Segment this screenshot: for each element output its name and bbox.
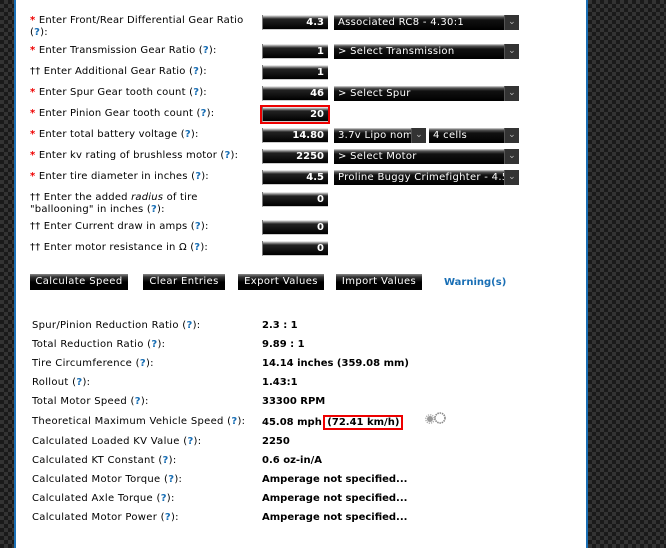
chevron-down-icon: ⌄ bbox=[504, 86, 519, 101]
label-diff-ratio: * Enter Front/Rear Differential Gear Rat… bbox=[30, 15, 244, 38]
help-icon[interactable]: ? bbox=[168, 474, 174, 485]
chevron-down-icon: ⌄ bbox=[504, 44, 519, 59]
help-icon[interactable]: ? bbox=[225, 150, 231, 161]
import-values-button[interactable]: Import Values bbox=[336, 274, 422, 290]
cell-count-select[interactable]: 4 cells ⌄ bbox=[429, 128, 519, 143]
result-label: Rollout (?): bbox=[32, 377, 91, 388]
help-icon[interactable]: ? bbox=[140, 358, 146, 369]
label-transmission-ratio: * Enter Transmission Gear Ratio (?): bbox=[30, 45, 217, 56]
help-icon[interactable]: ? bbox=[76, 377, 82, 388]
transmission-ratio-input[interactable]: 1 bbox=[262, 44, 328, 59]
result-rollout: 1.43:1 bbox=[262, 377, 298, 388]
label-battery-voltage: * Enter total battery voltage (?): bbox=[30, 129, 199, 140]
label-current-draw: †† Enter Current draw in amps (?): bbox=[30, 221, 209, 232]
result-motor-speed: 33300 RPM bbox=[262, 396, 326, 407]
additional-ratio-input[interactable]: 1 bbox=[262, 65, 328, 80]
chevron-down-icon: ⌄ bbox=[504, 15, 519, 30]
result-kt-constant: 0.6 oz-in/A bbox=[262, 455, 322, 466]
tire-select[interactable]: Proline Buggy Crimefighter - 4.5" ⌄ bbox=[334, 170, 519, 185]
result-label: Calculated Motor Power (?): bbox=[32, 512, 179, 523]
help-icon[interactable]: ? bbox=[187, 436, 193, 447]
result-label: Total Motor Speed (?): bbox=[32, 396, 149, 407]
result-max-speed: 45.08 mph (72.41 km/h) bbox=[262, 415, 404, 430]
result-max-speed-kmh: (72.41 km/h) bbox=[323, 415, 404, 430]
help-icon[interactable]: ? bbox=[185, 129, 191, 140]
gear-icon[interactable] bbox=[424, 410, 450, 426]
result-label: Theoretical Maximum Vehicle Speed (?): bbox=[32, 416, 246, 427]
help-icon[interactable]: ? bbox=[194, 242, 200, 253]
result-axle-torque: Amperage not specified... bbox=[262, 493, 408, 504]
result-loaded-kv: 2250 bbox=[262, 436, 290, 447]
tire-diameter-input[interactable]: 4.5 bbox=[262, 170, 328, 185]
result-spur-pinion-ratio: 2.3 : 1 bbox=[262, 320, 298, 331]
help-icon[interactable]: ? bbox=[201, 108, 207, 119]
help-icon[interactable]: ? bbox=[34, 27, 40, 38]
help-icon[interactable]: ? bbox=[195, 221, 201, 232]
chevron-down-icon: ⌄ bbox=[504, 128, 519, 143]
export-values-button[interactable]: Export Values bbox=[238, 274, 324, 290]
clear-entries-button[interactable]: Clear Entries bbox=[143, 274, 225, 290]
help-icon[interactable]: ? bbox=[165, 512, 171, 523]
result-tire-circumference: 14.14 inches (359.08 mm) bbox=[262, 358, 409, 369]
help-icon[interactable]: ? bbox=[195, 171, 201, 182]
result-label: Calculated Motor Torque (?): bbox=[32, 474, 183, 485]
result-label: Spur/Pinion Reduction Ratio (?): bbox=[32, 320, 201, 331]
help-icon[interactable]: ? bbox=[163, 455, 169, 466]
transmission-select[interactable]: > Select Transmission ⌄ bbox=[334, 44, 519, 59]
help-icon[interactable]: ? bbox=[151, 204, 157, 215]
tire-ballooning-input[interactable]: 0 bbox=[262, 192, 328, 207]
motor-select[interactable]: > Select Motor ⌄ bbox=[334, 149, 519, 164]
spur-count-input[interactable]: 46 bbox=[262, 86, 328, 101]
label-motor-resistance: †† Enter motor resistance in Ω (?): bbox=[30, 242, 208, 253]
result-total-reduction: 9.89 : 1 bbox=[262, 339, 305, 350]
help-icon[interactable]: ? bbox=[151, 339, 157, 350]
help-icon[interactable]: ? bbox=[203, 45, 209, 56]
result-label: Calculated KT Constant (?): bbox=[32, 455, 177, 466]
motor-kv-input[interactable]: 2250 bbox=[262, 149, 328, 164]
result-label: Calculated Axle Torque (?): bbox=[32, 493, 175, 504]
label-tire-diameter: * Enter tire diameter in inches (?): bbox=[30, 171, 209, 182]
diff-ratio-input[interactable]: 4.3 bbox=[262, 15, 328, 30]
result-label: Total Reduction Ratio (?): bbox=[32, 339, 166, 350]
help-icon[interactable]: ? bbox=[193, 87, 199, 98]
help-icon[interactable]: ? bbox=[193, 66, 199, 77]
calculator-panel: * Enter Front/Rear Differential Gear Rat… bbox=[14, 0, 588, 548]
help-icon[interactable]: ? bbox=[231, 416, 237, 427]
pinion-count-input[interactable]: 20 bbox=[260, 105, 330, 124]
help-icon[interactable]: ? bbox=[161, 493, 167, 504]
chevron-down-icon: ⌄ bbox=[411, 128, 426, 143]
label-tire-ballooning: †† Enter the added radius of tire "ballo… bbox=[30, 192, 198, 215]
chevron-down-icon: ⌄ bbox=[504, 170, 519, 185]
label-motor-kv: * Enter kv rating of brushless motor (?)… bbox=[30, 150, 239, 161]
motor-resistance-input[interactable]: 0 bbox=[262, 241, 328, 256]
diff-ratio-select[interactable]: Associated RC8 - 4.30:1 ⌄ bbox=[334, 15, 519, 30]
result-label: Tire Circumference (?): bbox=[32, 358, 154, 369]
help-icon[interactable]: ? bbox=[135, 396, 141, 407]
result-motor-torque: Amperage not specified... bbox=[262, 474, 408, 485]
spur-select[interactable]: > Select Spur ⌄ bbox=[334, 86, 519, 101]
battery-voltage-input[interactable]: 14.80 bbox=[262, 128, 328, 143]
warnings-link[interactable]: Warning(s) bbox=[444, 277, 506, 288]
result-motor-power: Amperage not specified... bbox=[262, 512, 408, 523]
chevron-down-icon: ⌄ bbox=[504, 149, 519, 164]
result-label: Calculated Loaded KV Value (?): bbox=[32, 436, 202, 447]
label-additional-ratio: †† Enter Additional Gear Ratio (?): bbox=[30, 66, 207, 77]
label-pinion-count: * Enter Pinion Gear tooth count (?): bbox=[30, 108, 215, 119]
label-spur-count: * Enter Spur Gear tooth count (?): bbox=[30, 87, 207, 98]
help-icon[interactable]: ? bbox=[186, 320, 192, 331]
calculate-speed-button[interactable]: Calculate Speed bbox=[30, 274, 128, 290]
cell-type-select[interactable]: 3.7v Lipo nom ⌄ bbox=[334, 128, 426, 143]
current-draw-input[interactable]: 0 bbox=[262, 220, 328, 235]
